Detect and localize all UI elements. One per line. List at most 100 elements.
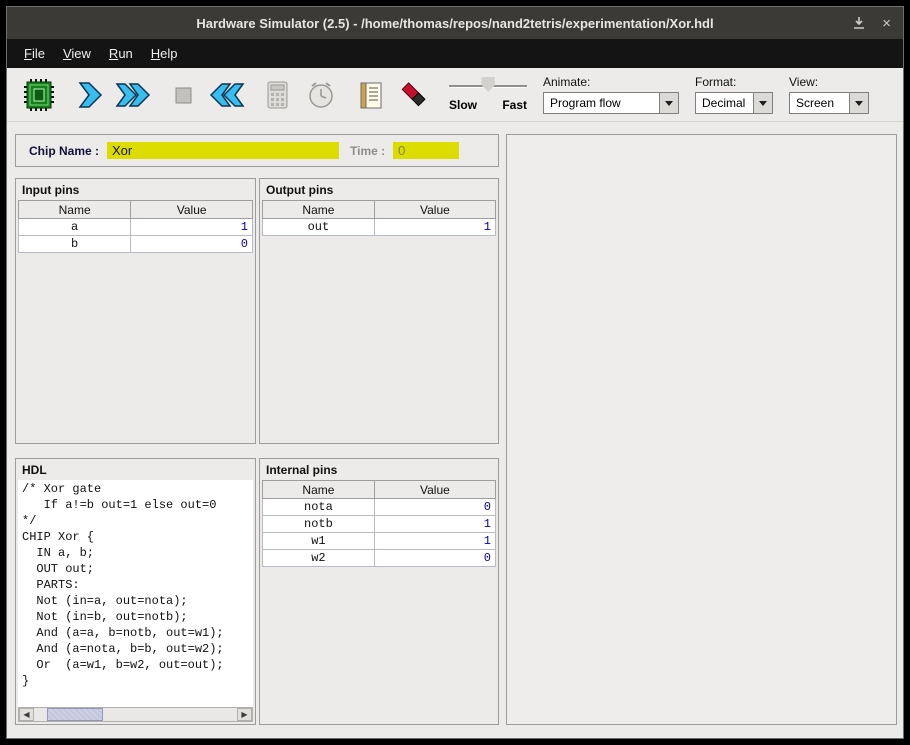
hdl-panel: HDL /* Xor gate If a!=b out=1 else out=0…	[15, 458, 256, 725]
single-step-icon	[72, 78, 106, 112]
pin-value[interactable]: 1	[131, 219, 253, 236]
hdl-code-line: And (a=a, b=notb, out=w1);	[22, 625, 249, 641]
toolbar: Slow Fast Animate: Program flow Format: …	[7, 68, 903, 122]
column-header-name: Name	[263, 201, 375, 219]
titlebar: Hardware Simulator (2.5) - /home/thomas/…	[7, 7, 903, 39]
animate-select[interactable]: Program flow	[543, 92, 679, 114]
output-pins-table: Name Value out 1	[262, 200, 496, 236]
single-step-button[interactable]	[67, 73, 111, 117]
column-header-value: Value	[374, 481, 495, 499]
internal-pins-table: Name Value nota 0 notb 1 w1 1	[262, 480, 496, 567]
load-script-button[interactable]	[349, 73, 393, 117]
stop-button[interactable]	[161, 73, 205, 117]
table-row: notb 1	[263, 516, 496, 533]
chevron-down-icon[interactable]	[849, 93, 868, 113]
column-header-value: Value	[374, 201, 495, 219]
clear-icon	[398, 78, 432, 112]
table-row: w1 1	[263, 533, 496, 550]
hdl-code[interactable]: /* Xor gate If a!=b out=1 else out=0 */ …	[18, 480, 253, 707]
pin-value: 1	[374, 533, 495, 550]
clock-button[interactable]	[299, 73, 343, 117]
time-field: 0	[393, 142, 459, 159]
pin-name: a	[19, 219, 131, 236]
run-button[interactable]	[111, 73, 155, 117]
clock-icon	[304, 78, 338, 112]
hdl-code-line: Not (in=b, out=notb);	[22, 609, 249, 625]
input-pins-title: Input pins	[16, 179, 255, 200]
hdl-code-line: IN a, b;	[22, 545, 249, 561]
hdl-code-line: CHIP Xor {	[22, 529, 249, 545]
chevron-down-icon[interactable]	[659, 93, 678, 113]
window-controls: ×	[852, 7, 891, 39]
input-pins-panel: Input pins Name Value a 1 b 0	[15, 178, 256, 444]
hdl-code-line: */	[22, 513, 249, 529]
hdl-horizontal-scrollbar[interactable]: ◀ ▶	[18, 707, 253, 722]
menu-help[interactable]: Help	[142, 41, 187, 66]
scrollbar-track[interactable]	[34, 708, 237, 721]
menu-view[interactable]: View	[54, 41, 100, 66]
chip-header-panel: Chip Name : Xor Time : 0	[15, 134, 499, 167]
window-title: Hardware Simulator (2.5) - /home/thomas/…	[7, 16, 903, 31]
calculator-icon	[260, 78, 294, 112]
format-select[interactable]: Decimal	[695, 92, 773, 114]
table-row: nota 0	[263, 499, 496, 516]
table-row: b 0	[19, 236, 253, 253]
menu-bar: File View Run Help	[7, 39, 903, 68]
run-icon	[114, 78, 152, 112]
screen-view-panel	[506, 134, 897, 725]
hdl-code-line: }	[22, 673, 249, 689]
pin-name: notb	[263, 516, 375, 533]
hdl-code-line: Or (a=w1, b=w2, out=out);	[22, 657, 249, 673]
chip-name-field[interactable]: Xor	[107, 142, 339, 159]
output-pins-panel: Output pins Name Value out 1	[259, 178, 499, 444]
animate-label: Animate:	[543, 75, 679, 89]
animate-value: Program flow	[544, 93, 659, 113]
format-value: Decimal	[696, 93, 753, 113]
scrollbar-thumb[interactable]	[47, 708, 103, 721]
hdl-code-line: /* Xor gate	[22, 481, 249, 497]
speed-slider[interactable]: Slow Fast	[449, 77, 527, 112]
hdl-code-line: Not (in=a, out=nota);	[22, 593, 249, 609]
view-select[interactable]: Screen	[789, 92, 869, 114]
pin-name: w1	[263, 533, 375, 550]
reset-icon	[208, 78, 246, 112]
column-header-value: Value	[131, 201, 253, 219]
pin-name: out	[263, 219, 375, 236]
hdl-title: HDL	[16, 459, 255, 480]
slider-thumb[interactable]	[482, 77, 495, 92]
load-script-icon	[354, 78, 388, 112]
internal-pins-title: Internal pins	[260, 459, 498, 480]
view-label: View:	[789, 75, 869, 89]
scroll-left-icon[interactable]: ◀	[19, 708, 34, 721]
load-chip-button[interactable]	[17, 73, 61, 117]
output-pins-title: Output pins	[260, 179, 498, 200]
column-header-name: Name	[19, 201, 131, 219]
scroll-right-icon[interactable]: ▶	[237, 708, 252, 721]
close-button[interactable]: ×	[882, 16, 891, 31]
load-chip-icon	[21, 78, 57, 112]
hdl-code-line: And (a=nota, b=b, out=w2);	[22, 641, 249, 657]
input-pins-table: Name Value a 1 b 0	[18, 200, 253, 253]
clear-button[interactable]	[393, 73, 437, 117]
format-label: Format:	[695, 75, 773, 89]
table-row: w2 0	[263, 550, 496, 567]
app-window: Hardware Simulator (2.5) - /home/thomas/…	[6, 6, 904, 739]
view-value: Screen	[790, 93, 849, 113]
menu-run[interactable]: Run	[100, 41, 142, 66]
calculator-button[interactable]	[255, 73, 299, 117]
chip-name-label: Chip Name :	[29, 144, 99, 158]
internal-pins-panel: Internal pins Name Value nota 0 notb 1	[259, 458, 499, 725]
menu-file[interactable]: File	[15, 41, 54, 66]
reset-button[interactable]	[205, 73, 249, 117]
pin-name: nota	[263, 499, 375, 516]
column-header-name: Name	[263, 481, 375, 499]
pin-value: 1	[374, 516, 495, 533]
main-content: Chip Name : Xor Time : 0 Input pins Name…	[7, 122, 903, 738]
pin-value: 0	[374, 550, 495, 567]
table-row: out 1	[263, 219, 496, 236]
pin-value: 0	[374, 499, 495, 516]
minimize-button[interactable]	[852, 16, 866, 30]
chevron-down-icon[interactable]	[753, 93, 772, 113]
pin-value: 1	[374, 219, 495, 236]
pin-value[interactable]: 0	[131, 236, 253, 253]
